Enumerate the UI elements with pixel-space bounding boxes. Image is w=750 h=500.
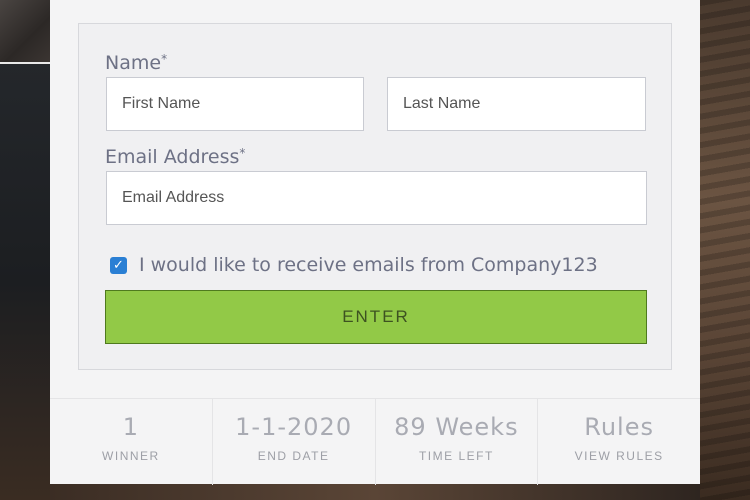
stat-value[interactable]: Rules	[538, 413, 700, 441]
stat-winners: 1 WINNER	[50, 399, 213, 485]
stat-label: TIME LEFT	[418, 449, 494, 463]
stat-label: WINNER	[102, 449, 160, 463]
email-optin-checkbox[interactable]: ✓	[110, 256, 127, 274]
email-input[interactable]	[120, 188, 633, 208]
view-rules-link[interactable]: Rules VIEW RULES	[538, 399, 700, 485]
stat-value: 1	[122, 413, 140, 441]
background-photo-top-left	[0, 0, 50, 64]
enter-button[interactable]: ENTER	[105, 290, 647, 344]
name-required-marker: *	[161, 52, 168, 66]
stat-value: 89 Weeks	[394, 413, 519, 441]
email-field[interactable]	[106, 171, 647, 225]
first-name-input[interactable]	[120, 94, 350, 114]
email-label-text: Email Address	[105, 146, 240, 168]
stat-end-date: 1-1-2020 END DATE	[213, 399, 376, 485]
email-label: Email Address*	[105, 146, 245, 168]
checkmark-icon: ✓	[113, 257, 124, 273]
first-name-field[interactable]	[106, 77, 364, 131]
email-optin-row[interactable]: ✓ I would like to receive emails from Co…	[110, 254, 598, 276]
background-photo-bottom	[50, 484, 700, 500]
background-photo-right	[700, 0, 750, 500]
name-label: Name*	[105, 52, 167, 74]
contest-entry-card: Name* Email Address* ✓ I would like to r…	[50, 0, 700, 485]
last-name-field[interactable]	[387, 77, 646, 131]
stat-label: END DATE	[257, 449, 330, 463]
stat-label[interactable]: VIEW RULES	[538, 449, 700, 463]
stat-time-left: 89 Weeks TIME LEFT	[376, 399, 539, 485]
background-photo-left	[0, 64, 50, 500]
last-name-input[interactable]	[401, 94, 632, 114]
email-optin-label[interactable]: I would like to receive emails from Comp…	[139, 254, 598, 276]
name-label-text: Name	[105, 52, 162, 74]
contest-stats-bar: 1 WINNER 1-1-2020 END DATE 89 Weeks TIME…	[50, 398, 700, 485]
email-required-marker: *	[239, 146, 246, 160]
stat-value: 1-1-2020	[235, 413, 353, 441]
